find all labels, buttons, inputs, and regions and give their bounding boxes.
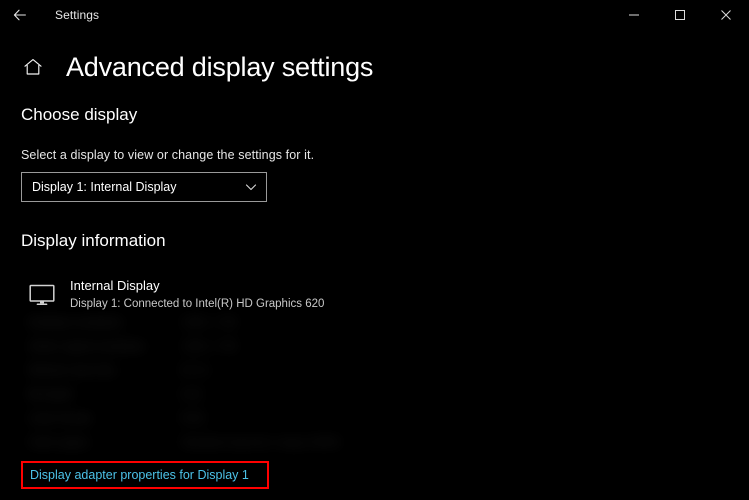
- display-entry-subtitle: Display 1: Connected to Intel(R) HD Grap…: [70, 298, 325, 310]
- spec-value: RGB: [180, 413, 205, 425]
- spec-value: 1366 x 768: [180, 341, 237, 353]
- spec-label: Color space: [28, 437, 90, 449]
- home-icon: [22, 56, 44, 78]
- display-entry-text: Internal Display Display 1: Connected to…: [70, 277, 324, 312]
- minimize-icon: [628, 9, 640, 21]
- table-row: Bit depth 8-bit: [18, 383, 399, 407]
- spec-label: Refresh rate (Hz): [28, 365, 117, 377]
- display-adapter-properties-link[interactable]: Display adapter properties for Display 1: [30, 468, 249, 482]
- chevron-down-icon: [236, 180, 266, 194]
- choose-display-heading: Choose display: [21, 105, 138, 124]
- spec-value: 60 Hz: [180, 365, 211, 377]
- choose-display-description: Select a display to view or change the s…: [21, 148, 315, 162]
- app-title: Settings: [55, 8, 100, 22]
- maximize-icon: [674, 9, 686, 21]
- display-specs-table: Desktop resolution 1366 x 768 Active sig…: [18, 311, 399, 459]
- spec-value: 1366 x 768: [180, 317, 237, 329]
- table-row: Color space Standard dynamic range (SDR): [18, 431, 399, 455]
- spec-label: Active signal resolution: [28, 341, 146, 353]
- display-information-heading: Display information: [21, 231, 166, 250]
- maximize-button[interactable]: [657, 0, 703, 30]
- page-title: Advanced display settings: [66, 51, 374, 82]
- arrow-left-icon: [12, 7, 28, 23]
- adapter-link-highlight: Display adapter properties for Display 1: [21, 461, 269, 489]
- display-entry: Internal Display Display 1: Connected to…: [0, 277, 324, 312]
- title-bar: Settings: [0, 0, 749, 30]
- monitor-icon: [28, 281, 56, 309]
- spec-value: Standard dynamic range (SDR): [180, 437, 341, 449]
- spec-label: Bit depth: [28, 389, 74, 401]
- display-select-combobox[interactable]: Display 1: Internal Display: [21, 172, 267, 202]
- table-row: Refresh rate (Hz) 60 Hz: [18, 359, 399, 383]
- table-row: Desktop resolution 1366 x 768: [18, 311, 399, 335]
- home-button[interactable]: [16, 50, 50, 84]
- close-icon: [720, 9, 732, 21]
- table-row: Color format RGB: [18, 407, 399, 431]
- spec-label: Color format: [28, 413, 92, 425]
- spec-value: 8-bit: [180, 389, 203, 401]
- minimize-button[interactable]: [611, 0, 657, 30]
- window-controls: [611, 0, 749, 30]
- back-button[interactable]: [0, 0, 40, 30]
- table-row: Active signal resolution 1366 x 768: [18, 335, 399, 359]
- close-button[interactable]: [703, 0, 749, 30]
- settings-content: Choose display Select a display to view …: [0, 105, 749, 489]
- display-select-value: Display 1: Internal Display: [32, 180, 177, 194]
- spec-label: Desktop resolution: [28, 317, 124, 329]
- display-entry-name: Internal Display: [70, 278, 160, 293]
- page-header: Advanced display settings: [0, 42, 749, 92]
